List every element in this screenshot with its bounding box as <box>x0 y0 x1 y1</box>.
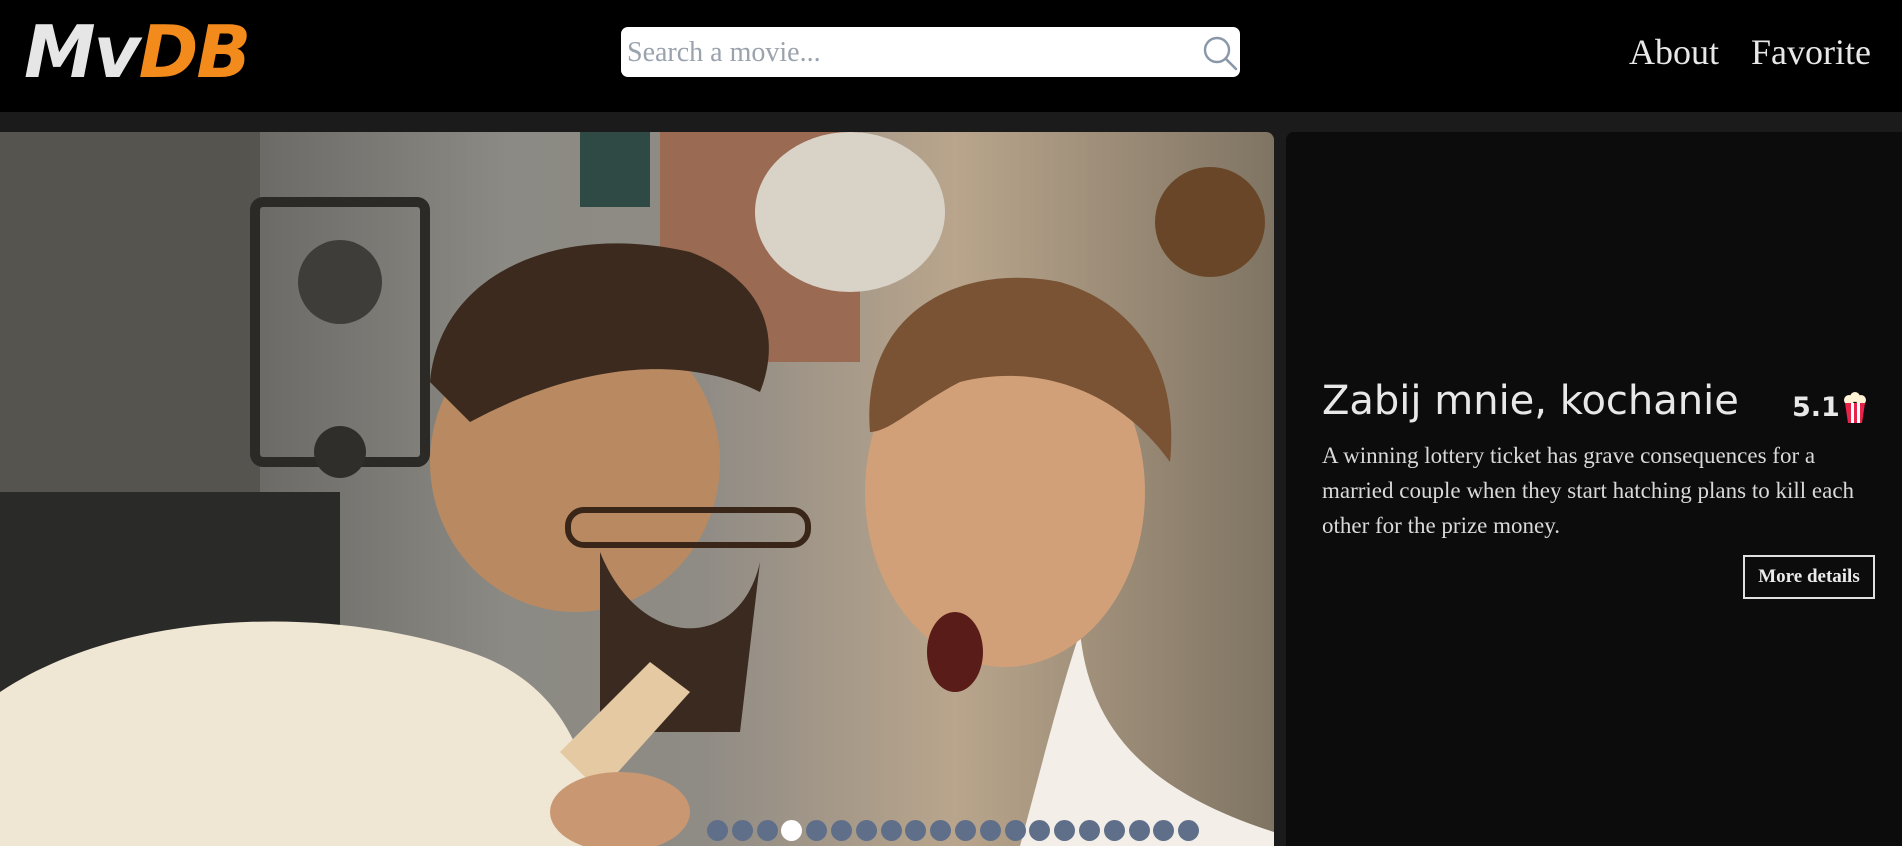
carousel-dot[interactable] <box>781 820 803 841</box>
carousel-indicators <box>707 820 1200 842</box>
carousel-dot[interactable] <box>930 820 952 841</box>
navbar: MvDB About Favorite <box>0 0 1902 112</box>
carousel-dot[interactable] <box>905 820 927 841</box>
carousel-dot[interactable] <box>1103 820 1125 841</box>
carousel-dot[interactable] <box>1128 820 1150 841</box>
rating-value: 5.1 <box>1792 392 1840 423</box>
more-details-button[interactable]: More details <box>1743 555 1875 599</box>
movie-overview: A winning lottery ticket has grave conse… <box>1322 443 1855 538</box>
carousel-dot[interactable] <box>1029 820 1051 841</box>
carousel-dot[interactable] <box>880 820 902 841</box>
logo-db: DB <box>138 10 252 94</box>
logo-mv: Mv <box>24 10 141 94</box>
search-icon[interactable] <box>1201 34 1239 72</box>
search-bar <box>621 27 1240 79</box>
carousel-dot[interactable] <box>1078 820 1100 841</box>
carousel-dot[interactable] <box>979 820 1001 841</box>
carousel-dot[interactable] <box>1004 820 1026 841</box>
movie-title: Zabij mnie, kochanie <box>1322 378 1739 424</box>
carousel-dot[interactable] <box>830 820 852 841</box>
carousel-dot[interactable] <box>731 820 753 841</box>
carousel-dot[interactable] <box>1054 820 1076 841</box>
search-input[interactable] <box>625 27 1189 79</box>
carousel-dot[interactable] <box>756 820 778 841</box>
logo[interactable]: MvDB <box>24 10 252 94</box>
carousel-dot[interactable] <box>1178 820 1200 841</box>
carousel-dot[interactable] <box>1153 820 1175 841</box>
movie-rating: 5.1 <box>1792 390 1868 426</box>
nav-favorite-link[interactable]: Favorite <box>1751 30 1871 74</box>
backdrop-scene <box>0 132 1274 846</box>
carousel-dot[interactable] <box>707 820 728 841</box>
nav-about-link[interactable]: About <box>1629 30 1719 74</box>
carousel-dot[interactable] <box>855 820 877 841</box>
popcorn-icon <box>1843 392 1866 423</box>
carousel-dot[interactable] <box>954 820 976 841</box>
carousel-dot[interactable] <box>806 820 828 841</box>
featured-info-panel: Zabij mnie, kochanie 5.1 A winning lotte… <box>1286 132 1902 846</box>
featured-backdrop-image <box>0 132 1274 846</box>
